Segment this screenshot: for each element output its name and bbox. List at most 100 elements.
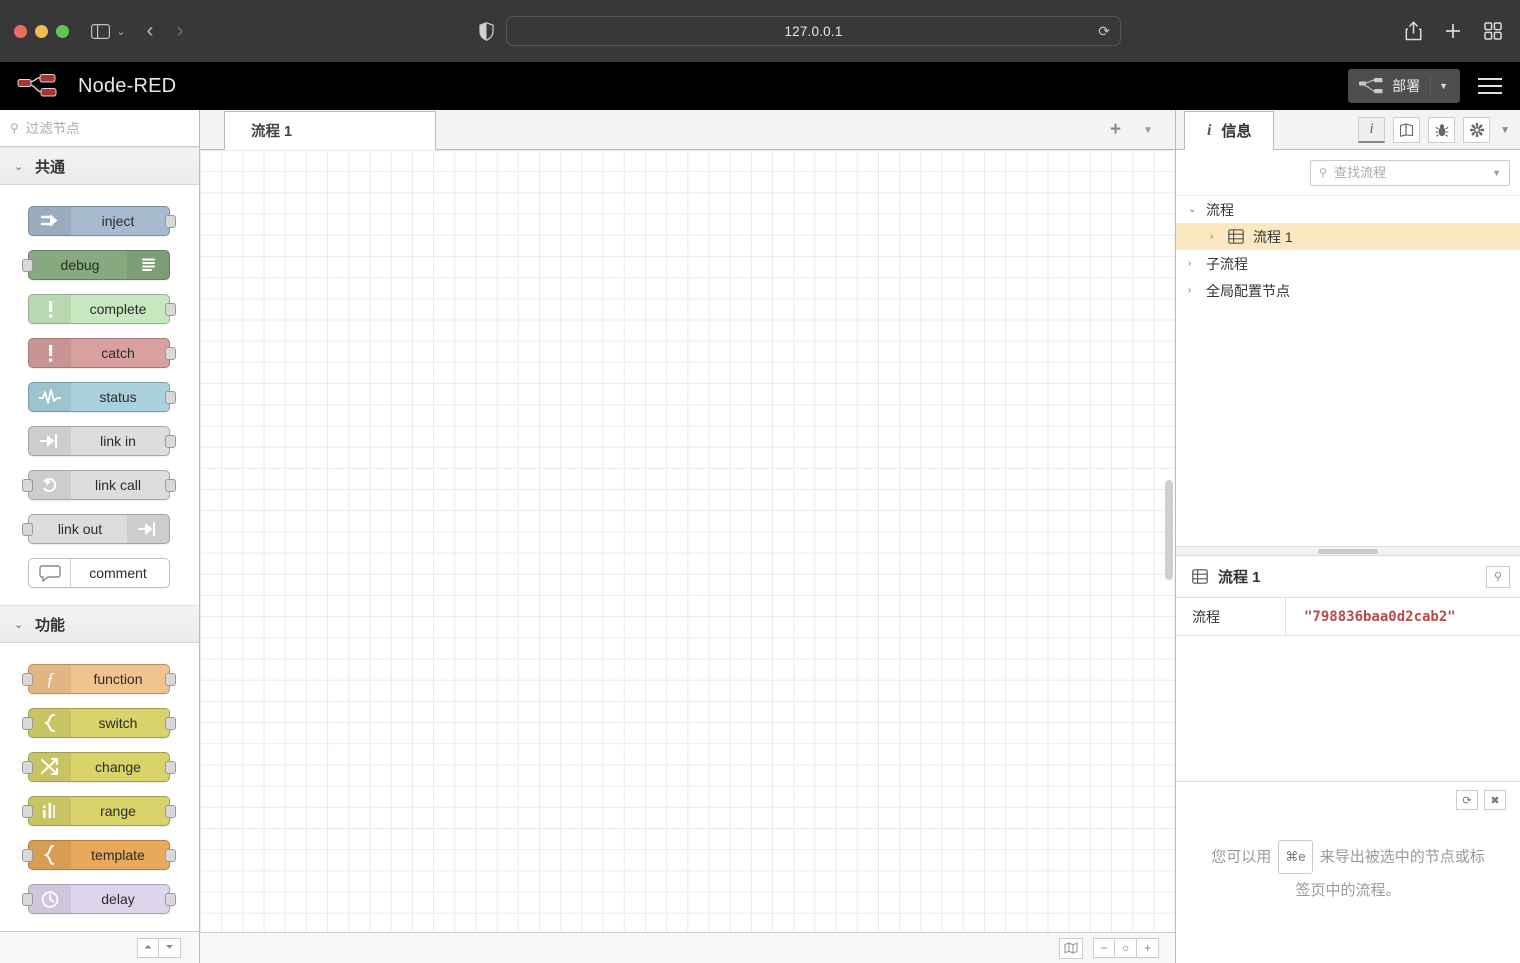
palette-node-link-call[interactable]: link call: [0, 463, 199, 507]
zoom-in-button[interactable]: +: [1137, 938, 1159, 958]
palette-node-function[interactable]: ƒ function: [0, 657, 199, 701]
palette-node-complete[interactable]: complete: [0, 287, 199, 331]
zoom-out-button[interactable]: −: [1093, 938, 1115, 958]
add-flow-plus-icon[interactable]: +: [1110, 119, 1121, 141]
help-book-icon[interactable]: [1393, 117, 1421, 143]
share-icon[interactable]: [1405, 21, 1422, 41]
flow-list-chevron-down-icon[interactable]: ▼: [1143, 125, 1153, 136]
privacy-shield-icon[interactable]: [479, 21, 494, 41]
palette-node-range[interactable]: range: [0, 789, 199, 833]
new-tab-plus-icon[interactable]: [1444, 22, 1462, 40]
palette-node-debug[interactable]: debug: [0, 243, 199, 287]
palette-node-status[interactable]: status: [0, 375, 199, 419]
palette-node-change[interactable]: change: [0, 745, 199, 789]
debug-bug-icon[interactable]: [1428, 117, 1456, 143]
palette-node-switch[interactable]: switch: [0, 701, 199, 745]
node-output-port[interactable]: [165, 435, 176, 448]
palette-scroll-area[interactable]: ⌄ 共通 inject debug complete catch status …: [0, 147, 199, 931]
property-value: "798836baa0d2cab2": [1304, 608, 1456, 625]
sidebar-more-chevron-down-icon[interactable]: ▼: [1498, 125, 1510, 136]
palette-node-inject[interactable]: inject: [0, 199, 199, 243]
palette-node-label: link out: [57, 521, 103, 537]
palette-category-common-header[interactable]: ⌄ 共通: [0, 147, 199, 185]
palette-node-link-out[interactable]: link out: [0, 507, 199, 551]
link-out-icon: [127, 515, 169, 543]
node-output-port[interactable]: [165, 849, 176, 862]
node-output-port[interactable]: [165, 479, 176, 492]
node-output-port[interactable]: [165, 805, 176, 818]
reload-icon[interactable]: ⟳: [1098, 23, 1110, 40]
node-input-port[interactable]: [22, 805, 33, 818]
search-filter-chevron-down-icon[interactable]: ▼: [1492, 168, 1501, 178]
node-input-port[interactable]: [22, 761, 33, 774]
tab-grid-icon[interactable]: [1484, 22, 1502, 40]
palette-category-function-header[interactable]: ⌄ 功能: [0, 605, 199, 643]
expand-all-chevron-double-down-icon[interactable]: ⏷: [159, 937, 181, 958]
zoom-reset-button[interactable]: ○: [1115, 938, 1137, 958]
close-icon[interactable]: ✖: [1484, 790, 1506, 810]
back-chevron-left-icon[interactable]: ‹: [135, 16, 165, 46]
palette-node-delay[interactable]: delay: [0, 877, 199, 921]
properties-title: 流程 1: [1218, 569, 1261, 586]
chevron-right-icon[interactable]: ›: [1188, 285, 1197, 296]
node-input-port[interactable]: [22, 893, 33, 906]
palette-node-label: range: [100, 803, 136, 819]
node-input-port[interactable]: [22, 523, 33, 536]
tab-overview-chevron-down-icon[interactable]: ⌄: [113, 16, 129, 46]
canvas-vertical-scrollbar[interactable]: [1165, 480, 1173, 580]
info-icon[interactable]: i: [1358, 117, 1386, 143]
flow-tab-active[interactable]: 流程 1: [224, 111, 436, 150]
node-input-port[interactable]: [22, 259, 33, 272]
palette-node-template[interactable]: template: [0, 833, 199, 877]
flow-search-input[interactable]: [1334, 165, 1486, 180]
node-output-port[interactable]: [165, 391, 176, 404]
node-input-port[interactable]: [22, 717, 33, 730]
config-gear-icon[interactable]: [1463, 117, 1491, 143]
properties-search-icon[interactable]: ⚲: [1486, 565, 1510, 588]
deploy-button[interactable]: 部署 ▼: [1348, 69, 1460, 103]
chevron-right-icon[interactable]: ›: [1188, 258, 1197, 269]
tree-item-flows[interactable]: ⌄ 流程: [1176, 196, 1520, 223]
minimize-window-button[interactable]: [35, 24, 48, 38]
flow-canvas[interactable]: [200, 150, 1175, 932]
chevron-down-icon[interactable]: ⌄: [1188, 204, 1197, 215]
palette-node-comment[interactable]: comment: [0, 551, 199, 595]
node-output-port[interactable]: [165, 717, 176, 730]
tree-item-subflows[interactable]: › 子流程: [1176, 250, 1520, 277]
sidebar-tab-info[interactable]: i 信息: [1184, 111, 1275, 150]
maximize-window-button[interactable]: [56, 24, 69, 38]
node-output-port[interactable]: [165, 673, 176, 686]
close-window-button[interactable]: [14, 24, 27, 38]
palette-node-link-in[interactable]: link in: [0, 419, 199, 463]
palette-node-label: template: [91, 847, 145, 863]
refresh-icon[interactable]: ⟳: [1456, 790, 1478, 810]
node-input-port[interactable]: [22, 479, 33, 492]
sidebar-panel-resize-handle[interactable]: [1176, 546, 1520, 556]
flow-search-box[interactable]: ⚲ ▼: [1310, 159, 1510, 186]
node-output-port[interactable]: [165, 761, 176, 774]
node-output-port[interactable]: [165, 215, 176, 228]
node-output-port[interactable]: [165, 893, 176, 906]
flow-workspace: 流程 1 + ▼ − ○ +: [200, 110, 1175, 963]
tree-item-label: 全局配置节点: [1206, 282, 1290, 299]
palette-node-label: switch: [98, 715, 138, 731]
collapse-all-chevron-double-up-icon[interactable]: ⏶: [137, 937, 159, 958]
app-title: Node-RED: [78, 74, 177, 97]
tree-item-global-config-nodes[interactable]: › 全局配置节点: [1176, 277, 1520, 304]
address-bar-group: 127.0.0.1 ⟳: [479, 16, 1121, 46]
node-output-port[interactable]: [165, 347, 176, 360]
tree-item-flow-1[interactable]: › 流程 1: [1176, 223, 1520, 250]
function-f-icon: ƒ: [29, 665, 71, 693]
node-input-port[interactable]: [22, 673, 33, 686]
deploy-chevron-down-icon[interactable]: ▼: [1430, 75, 1456, 97]
sidebar-toggle-icon[interactable]: [87, 16, 113, 46]
alert-bang-icon: [29, 339, 71, 367]
palette-filter-input[interactable]: [25, 120, 189, 136]
main-menu-hamburger-icon[interactable]: [1474, 73, 1520, 99]
navigator-map-icon[interactable]: [1059, 937, 1083, 959]
url-input[interactable]: 127.0.0.1 ⟳: [506, 16, 1121, 46]
node-output-port[interactable]: [165, 303, 176, 316]
chevron-right-icon[interactable]: ›: [1210, 231, 1219, 242]
node-input-port[interactable]: [22, 849, 33, 862]
palette-node-catch[interactable]: catch: [0, 331, 199, 375]
